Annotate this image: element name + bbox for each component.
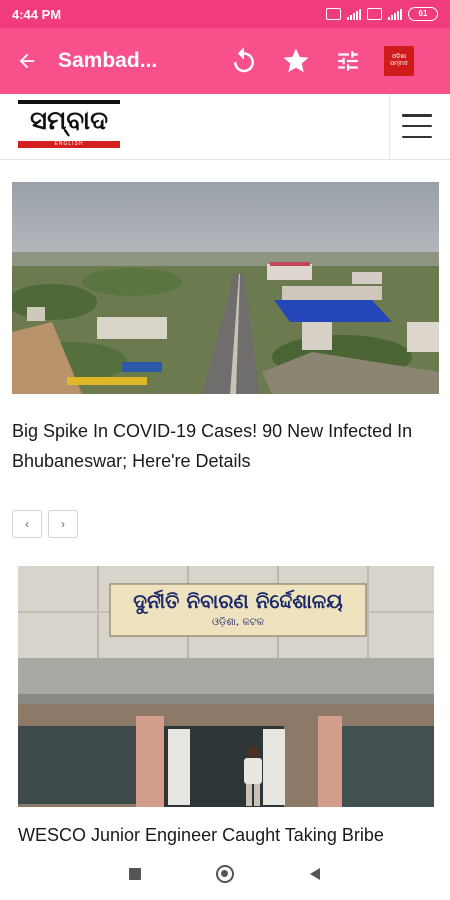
settings-button[interactable] xyxy=(326,28,370,94)
article-title-2[interactable]: WESCO Junior Engineer Caught Taking Brib… xyxy=(18,820,438,850)
app-title: Sambad... xyxy=(58,49,158,72)
signal-icon xyxy=(347,8,361,20)
refresh-button[interactable] xyxy=(222,28,266,94)
volte-icon-2 xyxy=(367,8,382,20)
prev-button[interactable]: ‹ xyxy=(12,510,42,538)
star-icon xyxy=(283,48,309,73)
sliders-icon xyxy=(338,51,358,71)
battery-icon: 61 xyxy=(408,7,438,21)
hamburger-menu-icon[interactable] xyxy=(402,114,432,138)
app-bar: Sambad... ଓଡ଼ିଶା ସମ୍ବାଦ xyxy=(0,28,450,94)
logo-text: ସମ୍ବାଦ xyxy=(30,106,108,136)
logo-bottom: ENGLISH xyxy=(18,141,120,148)
site-logo[interactable]: ସମ୍ବାଦ ENGLISH xyxy=(18,100,120,152)
article-image-building[interactable]: ଦୁର୍ନୀତି ନିବାରଣ ନିର୍ଦ୍ଦେଶାଳୟ ଓଡ଼ିଶା, କଟକ xyxy=(18,566,434,807)
home-button[interactable] xyxy=(210,859,240,889)
refresh-icon xyxy=(234,47,254,73)
sign-subtext: ଓଡ଼ିଶା, କଟକ xyxy=(211,617,265,628)
recents-button[interactable] xyxy=(120,859,150,889)
signal-icon-2 xyxy=(388,8,402,20)
back-button[interactable] xyxy=(0,28,54,94)
header-divider xyxy=(389,94,390,160)
next-button[interactable]: › xyxy=(48,510,78,538)
logo-top-bar xyxy=(18,100,120,104)
system-nav-bar xyxy=(0,847,450,900)
volte-icon xyxy=(326,8,341,20)
pager: ‹ › xyxy=(12,510,78,538)
circle-icon xyxy=(216,864,234,883)
favorite-button[interactable] xyxy=(274,28,318,94)
status-icons: 61 xyxy=(326,7,438,21)
site-header: ସମ୍ବାଦ ENGLISH xyxy=(0,94,450,160)
status-time: 4:44 PM xyxy=(12,6,62,22)
triangle-back-icon xyxy=(310,867,320,880)
status-bar: 4:44 PM 61 xyxy=(0,0,450,28)
app-badge[interactable]: ଓଡ଼ିଶା ସମ୍ବାଦ xyxy=(384,46,414,76)
article-image-city[interactable] xyxy=(12,182,439,394)
back-nav-button[interactable] xyxy=(300,859,330,889)
article-title[interactable]: Big Spike In COVID-19 Cases! 90 New Infe… xyxy=(12,416,440,476)
arrow-left-icon xyxy=(19,53,35,69)
sign-text: ଦୁର୍ନୀତି ନିବାରଣ ନିର୍ଦ୍ଦେଶାଳୟ xyxy=(133,589,343,613)
square-icon xyxy=(129,867,141,880)
